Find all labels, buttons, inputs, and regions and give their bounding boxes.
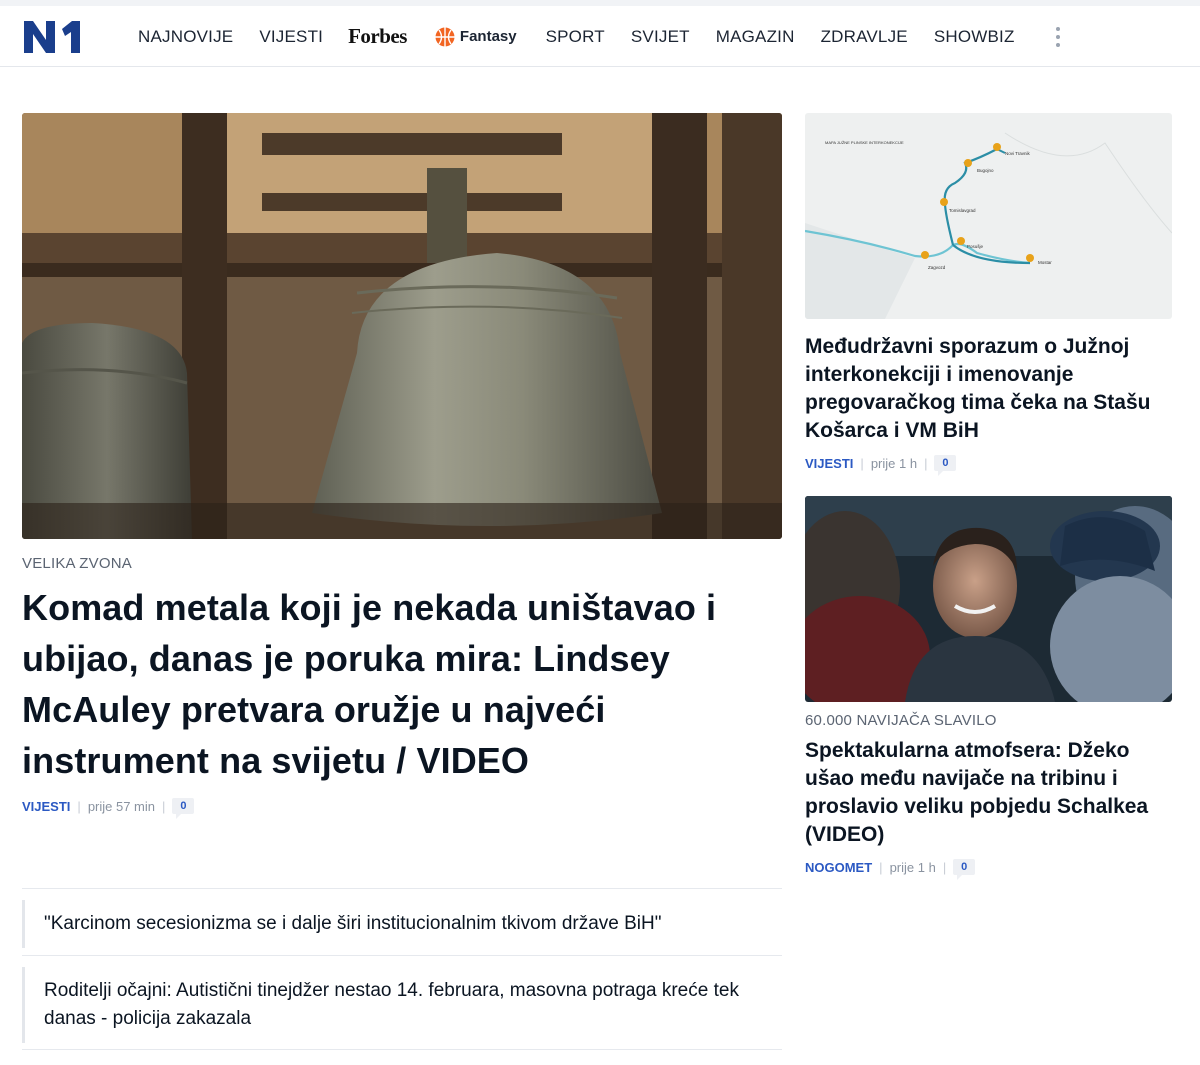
comment-count-badge[interactable]: 0	[934, 455, 957, 476]
main-article-meta: VIJESTI | prije 57 min | 0	[22, 798, 782, 819]
related-article-title[interactable]: Roditelji očajni: Autistični tinejdžer n…	[22, 967, 782, 1043]
nav-item-showbiz[interactable]: SHOWBIZ	[934, 27, 1015, 47]
meta-separator: |	[942, 859, 947, 875]
meta-separator: |	[77, 798, 81, 814]
related-article[interactable]: "Karcinom secesionizma se i dalje širi i…	[22, 888, 782, 948]
timestamp: prije 57 min	[87, 798, 156, 814]
side-article: 60.000 NAVIJAČA SLAVILO Spektakularna at…	[805, 496, 1172, 880]
meta-separator: |	[162, 798, 166, 814]
comment-count-badge[interactable]: 0	[172, 798, 195, 819]
meta-separator: |	[879, 859, 883, 875]
map-city-label: Bugojno	[977, 168, 994, 173]
nav-item-svijet[interactable]: SVIJET	[631, 27, 690, 47]
nav-item-vijesti[interactable]: VIJESTI	[259, 27, 323, 47]
nav-item-najnovije[interactable]: NAJNOVIJE	[138, 27, 233, 47]
side-article-meta: VIJESTI | prije 1 h | 0	[805, 455, 1172, 476]
basketball-icon	[435, 27, 455, 46]
side-article-meta: NOGOMET | prije 1 h | 0	[805, 859, 1172, 880]
map-heading: MAPA JUŽNE PLINSKE INTERKONEKCIJE	[825, 140, 904, 145]
map-city-label: Tomislavgrad	[949, 208, 976, 213]
meta-separator: |	[860, 455, 864, 471]
nav-item-zdravlje[interactable]: ZDRAVLJE	[821, 27, 908, 47]
main-article-kicker[interactable]: VELIKA ZVONA	[22, 555, 782, 572]
main-article-title[interactable]: Komad metala koji je nekada uništavao i …	[22, 582, 782, 786]
category-link[interactable]: VIJESTI	[22, 799, 70, 814]
site-header: NAJNOVIJE VIJESTI Forbes Fantasy SPORT S…	[0, 6, 1200, 67]
related-article-title[interactable]: "Karcinom secesionizma se i dalje širi i…	[22, 900, 782, 948]
side-article-title[interactable]: Spektakularna atmofsera: Džeko ušao među…	[805, 737, 1172, 849]
more-vertical-icon[interactable]	[1048, 22, 1068, 52]
timestamp: prije 1 h	[889, 859, 936, 875]
side-article: MAPA JUŽNE PLINSKE INTERKONEKCIJE Novi T…	[805, 113, 1172, 476]
category-link[interactable]: NOGOMET	[805, 860, 872, 875]
map-city-label: Novi Travnik	[1005, 151, 1031, 156]
main-article: VELIKA ZVONA Komad metala koji je nekada…	[22, 113, 782, 819]
comment-count-badge[interactable]: 0	[953, 859, 976, 880]
nav-item-sport[interactable]: SPORT	[546, 27, 605, 47]
pipeline-map[interactable]: MAPA JUŽNE PLINSKE INTERKONEKCIJE Novi T…	[805, 113, 1172, 319]
nav-item-fantasy[interactable]: Fantasy	[435, 27, 517, 47]
church-bells-photo[interactable]	[22, 113, 782, 539]
map-city-label: Zagvozd	[928, 265, 946, 270]
stadium-crowd-photo[interactable]	[805, 496, 1172, 702]
main-nav: NAJNOVIJE VIJESTI Forbes Fantasy SPORT S…	[125, 6, 1068, 67]
map-city-label: Posušje	[967, 244, 984, 249]
n1-logo[interactable]	[22, 20, 82, 54]
side-article-kicker[interactable]: 60.000 NAVIJAČA SLAVILO	[805, 712, 1172, 729]
related-article[interactable]: Roditelji očajni: Autistični tinejdžer n…	[22, 955, 782, 1050]
meta-separator: |	[924, 455, 928, 471]
timestamp: prije 1 h	[870, 455, 918, 471]
category-link[interactable]: VIJESTI	[805, 456, 853, 471]
nav-item-forbes[interactable]: Forbes	[348, 24, 407, 49]
nav-item-magazin[interactable]: MAGAZIN	[716, 27, 795, 47]
nav-fantasy-label: Fantasy	[459, 28, 517, 45]
map-city-label: Mostar	[1038, 260, 1052, 265]
side-article-title[interactable]: Međudržavni sporazum o Južnoj interkonek…	[805, 333, 1172, 445]
